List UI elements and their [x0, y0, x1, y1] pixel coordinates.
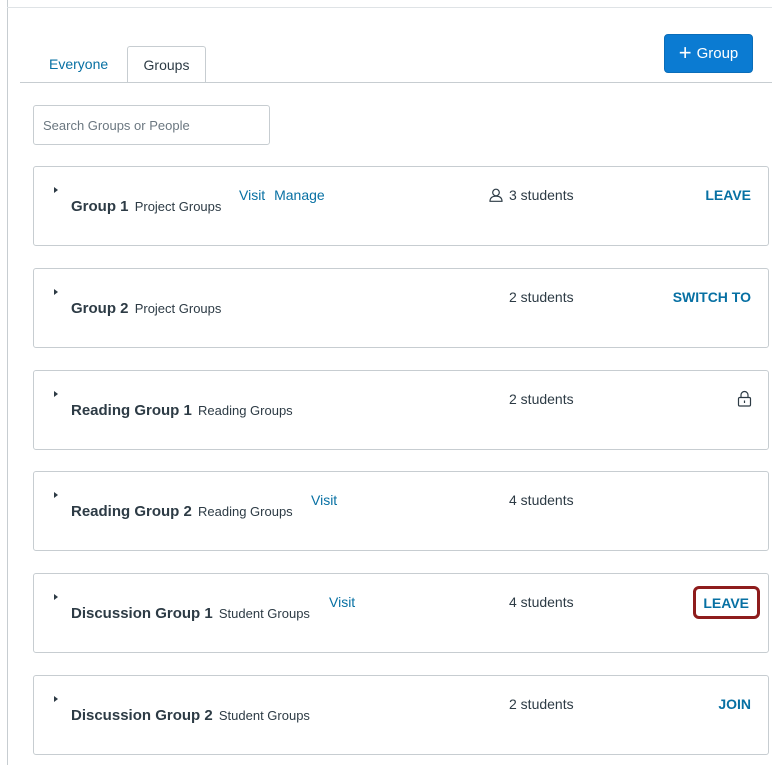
manage-link[interactable]: Manage	[274, 187, 325, 203]
member-count: 2 students	[509, 289, 574, 305]
group-name: Discussion Group 2 Student Groups	[71, 707, 310, 724]
group-name-text: Group 2	[71, 300, 129, 317]
visit-link[interactable]: Visit	[239, 187, 265, 203]
group-card-reading-group-2: Reading Group 2 Reading Groups Visit 4 s…	[33, 471, 769, 551]
leave-button[interactable]: LEAVE	[705, 187, 751, 203]
frame-top-border	[7, 7, 772, 8]
group-card-discussion-group-1: Discussion Group 1 Student Groups Visit …	[33, 573, 769, 653]
group-name: Reading Group 2 Reading Groups	[71, 503, 293, 520]
visit-link[interactable]: Visit	[311, 492, 337, 508]
add-group-button[interactable]: + Group	[664, 34, 753, 73]
group-card-reading-group-1: Reading Group 1 Reading Groups 2 student…	[33, 370, 769, 450]
group-name: Group 1 Project Groups	[71, 198, 221, 215]
group-name: Group 2 Project Groups	[71, 300, 221, 317]
switch-to-button[interactable]: SWITCH TO	[673, 289, 751, 305]
group-category: Reading Groups	[198, 504, 293, 519]
group-links: Visit Manage	[239, 187, 330, 203]
group-category: Project Groups	[134, 199, 222, 214]
group-name: Discussion Group 1 Student Groups	[71, 605, 310, 622]
group-links: Visit	[329, 594, 360, 610]
add-group-label: Group	[696, 45, 739, 62]
join-button[interactable]: JOIN	[718, 696, 751, 712]
group-category: Student Groups	[218, 606, 310, 621]
expand-caret-icon[interactable]	[54, 289, 58, 295]
member-count: 4 students	[509, 594, 574, 610]
tab-everyone[interactable]: Everyone	[34, 46, 126, 83]
member-count: 3 students	[488, 187, 574, 203]
member-count-text: 3 students	[509, 187, 574, 203]
member-count: 2 students	[509, 696, 574, 712]
tabs-divider	[20, 82, 772, 83]
group-name-text: Reading Group 1	[71, 402, 192, 419]
search-input[interactable]	[33, 105, 270, 145]
group-links: Visit	[311, 492, 342, 508]
group-category: Project Groups	[134, 301, 222, 316]
group-name-text: Discussion Group 2	[71, 707, 213, 724]
lock-icon	[737, 390, 752, 407]
member-count: 2 students	[509, 391, 574, 407]
leave-button-highlighted[interactable]: LEAVE	[693, 586, 760, 619]
member-count: 4 students	[509, 492, 574, 508]
group-card-group-1: Group 1 Project Groups Visit Manage 3 st…	[33, 166, 769, 246]
group-name-text: Group 1	[71, 198, 129, 215]
expand-caret-icon[interactable]	[54, 492, 58, 498]
group-category: Reading Groups	[198, 403, 293, 418]
group-name-text: Reading Group 2	[71, 503, 192, 520]
group-category: Student Groups	[218, 708, 310, 723]
group-card-group-2: Group 2 Project Groups 2 students SWITCH…	[33, 268, 769, 348]
expand-caret-icon[interactable]	[54, 391, 58, 397]
visit-link[interactable]: Visit	[329, 594, 355, 610]
expand-caret-icon[interactable]	[54, 187, 58, 193]
expand-caret-icon[interactable]	[54, 594, 58, 600]
person-icon	[489, 188, 503, 202]
group-name-text: Discussion Group 1	[71, 605, 213, 622]
group-name: Reading Group 1 Reading Groups	[71, 402, 293, 419]
frame-left-border	[7, 0, 8, 765]
tab-groups[interactable]: Groups	[127, 46, 206, 83]
expand-caret-icon[interactable]	[54, 696, 58, 702]
plus-icon: +	[678, 39, 692, 65]
group-card-discussion-group-2: Discussion Group 2 Student Groups 2 stud…	[33, 675, 769, 755]
